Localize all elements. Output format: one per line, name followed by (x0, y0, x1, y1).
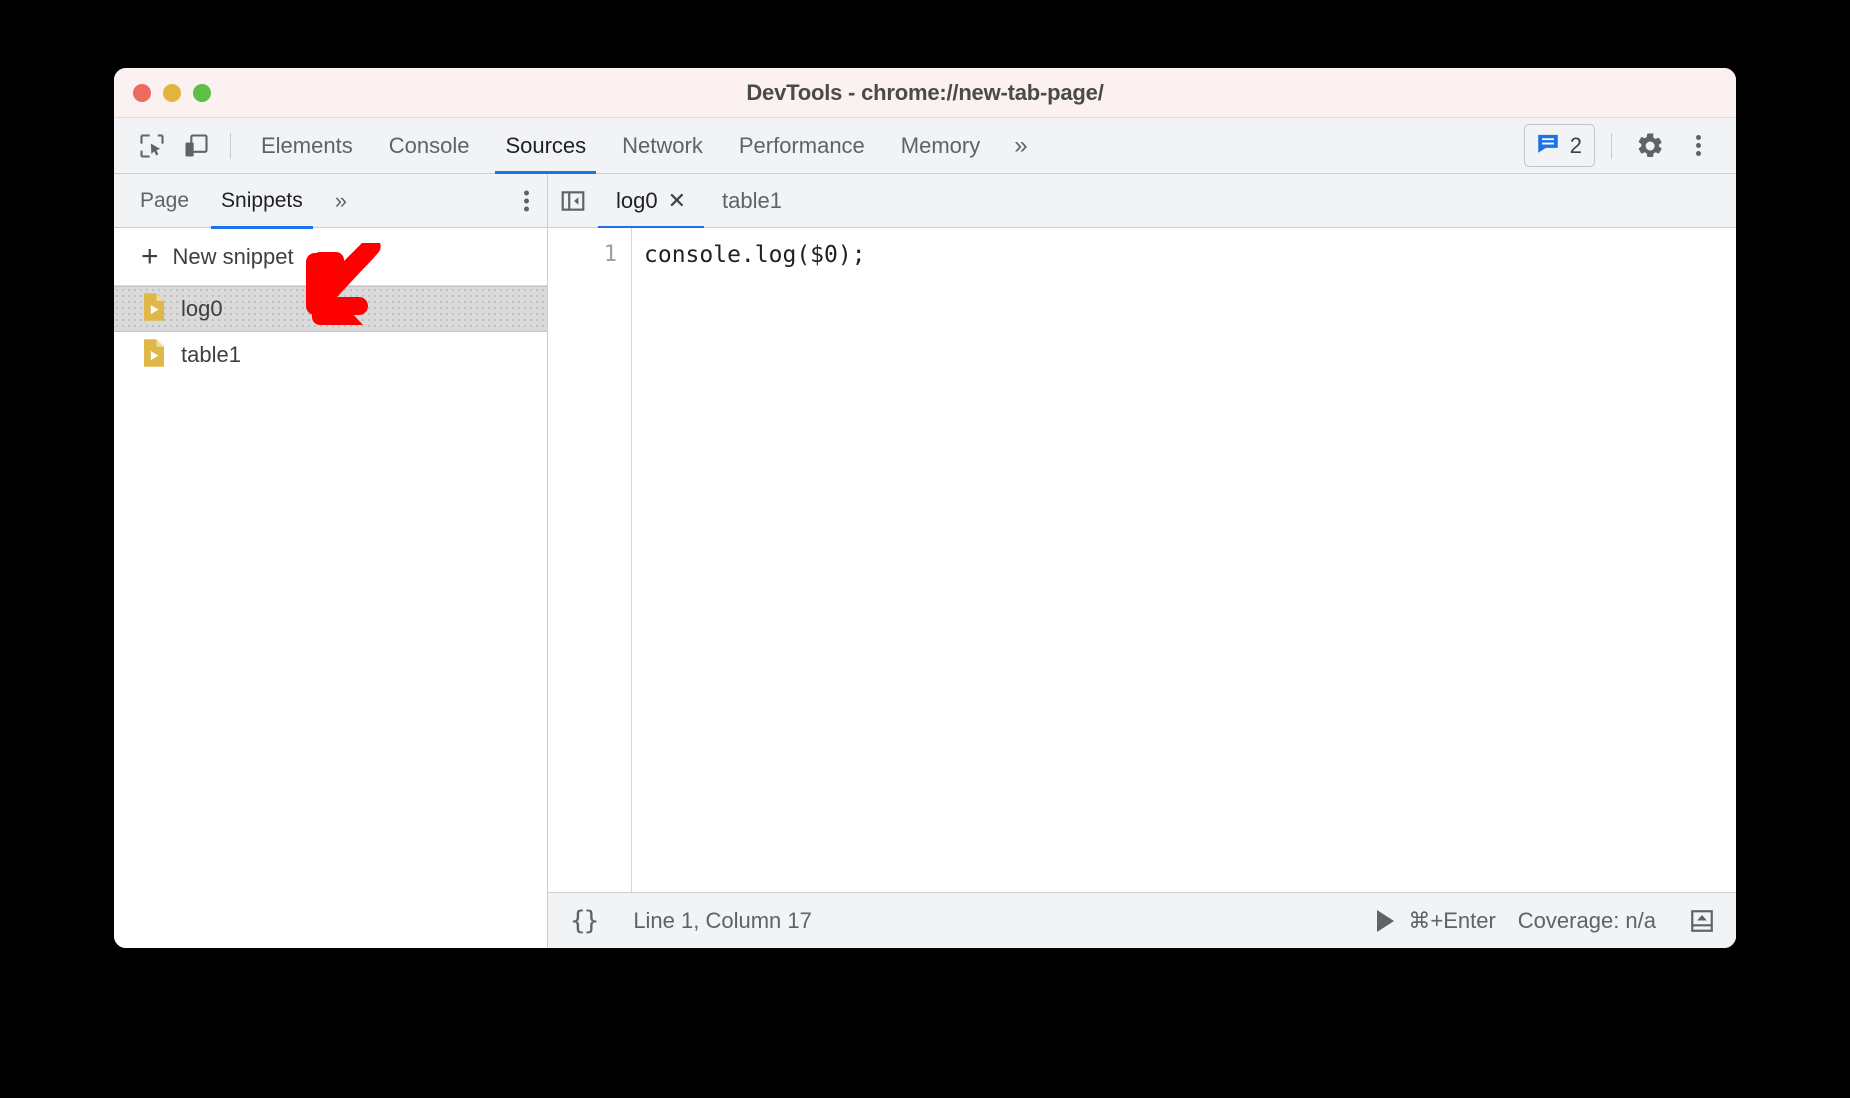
run-snippet-icon[interactable] (1377, 909, 1395, 932)
show-drawer-icon[interactable] (1682, 901, 1722, 941)
editor-tab-label: table1 (722, 187, 782, 213)
kebab-menu-icon[interactable] (1676, 126, 1720, 166)
editor-tab-label: log0 (616, 187, 658, 213)
devtools-window: DevTools - chrome://new-tab-page/ Elemen… (114, 68, 1736, 948)
nav-tab-page[interactable]: Page (124, 174, 205, 228)
panel-tab-elements[interactable]: Elements (243, 118, 371, 174)
snippet-file-icon (141, 292, 167, 327)
kebab-dot (524, 206, 529, 211)
inspect-element-icon[interactable] (130, 126, 174, 166)
run-shortcut-label[interactable]: ⌘+Enter (1408, 908, 1495, 934)
devtools-main-toolbar: Elements Console Sources Network Perform… (114, 118, 1736, 174)
sources-panel-body: Page Snippets » + New snippet log0 table… (114, 173, 1736, 948)
kebab-dot (524, 190, 529, 195)
panel-tab-memory[interactable]: Memory (883, 118, 998, 174)
snippet-name: log0 (181, 296, 223, 321)
window-title: DevTools - chrome://new-tab-page/ (746, 79, 1104, 105)
new-snippet-button[interactable]: + New snippet (114, 228, 547, 286)
toolbar-right-group: 2 (1523, 124, 1720, 167)
editor-tab-log0[interactable]: log0 ✕ (598, 173, 705, 229)
line-number-gutter: 1 (548, 228, 632, 892)
coverage-label: Coverage: n/a (1517, 907, 1656, 933)
collapse-sidebar-icon[interactable] (548, 174, 598, 228)
nav-tab-snippets[interactable]: Snippets (205, 174, 319, 229)
panel-tab-sources[interactable]: Sources (487, 118, 604, 174)
code-editor[interactable]: 1 console.log($0); (548, 228, 1736, 892)
kebab-dot (1695, 135, 1701, 140)
snippet-file-icon (141, 338, 167, 373)
panel-tab-network[interactable]: Network (604, 118, 721, 174)
issues-count: 2 (1569, 132, 1582, 158)
editor-status-bar: {} Line 1, Column 17 ⌘+Enter Coverage: n… (548, 892, 1736, 948)
issues-badge[interactable]: 2 (1523, 124, 1595, 167)
more-navigator-tabs-chevron-icon[interactable]: » (319, 174, 363, 228)
snippet-name: table1 (181, 342, 241, 367)
panel-tab-performance[interactable]: Performance (721, 118, 883, 174)
device-toolbar-icon[interactable] (174, 126, 218, 166)
new-snippet-label: New snippet (172, 243, 294, 269)
editor-tab-table1[interactable]: table1 (704, 174, 800, 228)
toolbar-divider-right (1611, 132, 1612, 159)
navigator-pane: Page Snippets » + New snippet log0 table… (114, 174, 548, 948)
kebab-dot (1695, 143, 1701, 148)
gear-icon[interactable] (1628, 126, 1672, 166)
editor-pane: log0 ✕ table1 1 console.log($0); {} Line… (548, 173, 1736, 948)
editor-tabbar: log0 ✕ table1 (548, 173, 1736, 229)
more-panels-chevron-icon[interactable]: » (998, 118, 1043, 174)
cursor-position-label: Line 1, Column 17 (633, 907, 812, 933)
line-number: 1 (603, 242, 617, 267)
pretty-print-icon[interactable]: {} (570, 906, 599, 936)
snippet-list-item-log0[interactable]: log0 (114, 286, 547, 332)
code-content[interactable]: console.log($0); (632, 228, 1736, 892)
close-icon[interactable]: ✕ (668, 189, 686, 212)
kebab-dot (524, 198, 529, 203)
panel-tab-console[interactable]: Console (371, 118, 488, 174)
plus-icon: + (141, 239, 159, 273)
window-titlebar: DevTools - chrome://new-tab-page/ (114, 68, 1736, 118)
navigator-more-options-icon[interactable] (524, 187, 529, 214)
snippet-list-item-table1[interactable]: table1 (114, 332, 547, 378)
toolbar-divider (230, 132, 231, 159)
status-bar-right-group: ⌘+Enter Coverage: n/a (1377, 901, 1722, 941)
navigator-tabbar: Page Snippets » (114, 174, 547, 229)
issues-message-icon (1535, 130, 1561, 161)
kebab-dot (1695, 151, 1701, 156)
